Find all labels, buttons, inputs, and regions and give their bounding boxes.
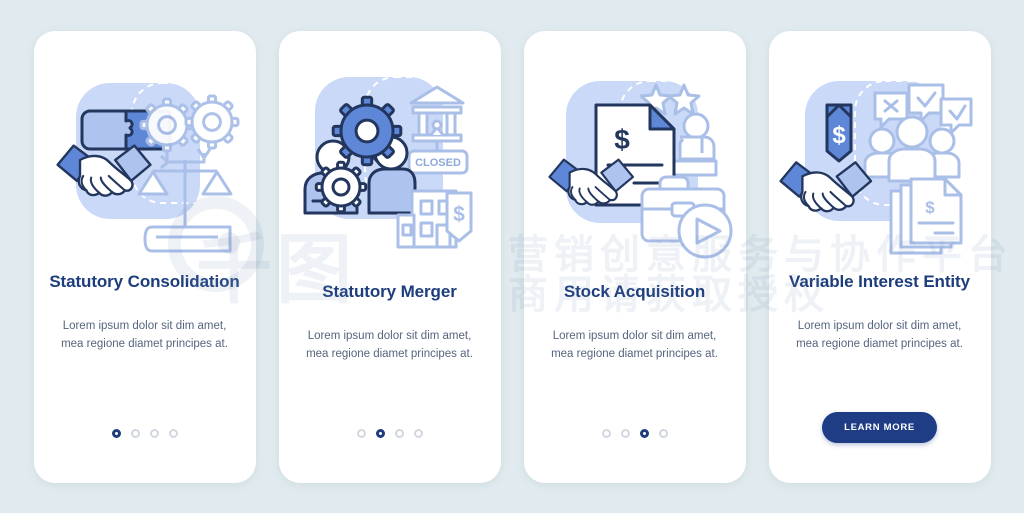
svg-text:$: $ (453, 203, 465, 226)
onboarding-screen: Statutory Consolidation Lorem ipsum dolo… (33, 30, 256, 483)
statutory-merger-illustration: CLOSED $ (279, 31, 501, 267)
pagination-dots (356, 428, 423, 438)
svg-text:CLOSED: CLOSED (415, 157, 461, 169)
statutory-consolidation-illustration (34, 31, 256, 267)
pagination-dots (111, 428, 178, 438)
pagination-dot-4[interactable] (658, 428, 668, 438)
screen-title: Variable Interest Entity (789, 271, 970, 291)
documents-icon: $ (889, 177, 962, 254)
onboarding-screen: CLOSED $ Statutory Merger Lorem ipsum do… (278, 30, 501, 483)
onboarding-screen: $ Stock Acquisition Lorem ipsum dolor si… (523, 30, 746, 483)
variable-interest-entity-illustration: $ $ (769, 31, 991, 267)
screen-body-text: Lorem ipsum dolor sit dim amet, mea regi… (306, 330, 473, 360)
pagination-dot-3[interactable] (639, 428, 649, 438)
svg-text:$: $ (925, 198, 935, 217)
pagination-dot-1[interactable] (356, 428, 366, 438)
screen-title: Statutory Consolidation (49, 271, 240, 291)
stock-acquisition-illustration: $ (524, 31, 746, 267)
screen-body-text: Lorem ipsum dolor sit dim amet, mea regi… (796, 320, 963, 350)
pagination-dot-4[interactable] (168, 428, 178, 438)
svg-text:$: $ (614, 124, 630, 155)
closed-sign-icon: CLOSED (407, 149, 468, 174)
screen-body-text: Lorem ipsum dolor sit dim amet, mea regi… (61, 320, 228, 350)
law-book-icon (143, 225, 231, 252)
onboarding-screens-row: Statutory Consolidation Lorem ipsum dolo… (0, 0, 1024, 513)
play-button-icon (677, 203, 732, 258)
pagination-dots (601, 428, 668, 438)
screen-title: Stock Acquisition (563, 281, 706, 301)
dollar-tag-icon: $ (445, 191, 472, 242)
pagination-dot-4[interactable] (413, 428, 423, 438)
pagination-dot-3[interactable] (149, 428, 159, 438)
screen-body-text: Lorem ipsum dolor sit dim amet, mea regi… (551, 330, 718, 360)
svg-text:$: $ (832, 122, 846, 149)
learn-more-button[interactable]: LEARN MORE (822, 411, 937, 443)
pagination-dot-2[interactable] (620, 428, 630, 438)
pagination-dot-2[interactable] (375, 428, 385, 438)
onboarding-screen: $ $ Variable Interest Entity Lorem ipsum… (768, 30, 991, 483)
pagination-dot-3[interactable] (394, 428, 404, 438)
dollar-price-tag-icon: $ (825, 103, 852, 162)
pagination-dot-1[interactable] (601, 428, 611, 438)
pagination-dot-2[interactable] (130, 428, 140, 438)
screen-title: Statutory Merger (322, 281, 457, 301)
pagination-dot-1[interactable] (111, 428, 121, 438)
